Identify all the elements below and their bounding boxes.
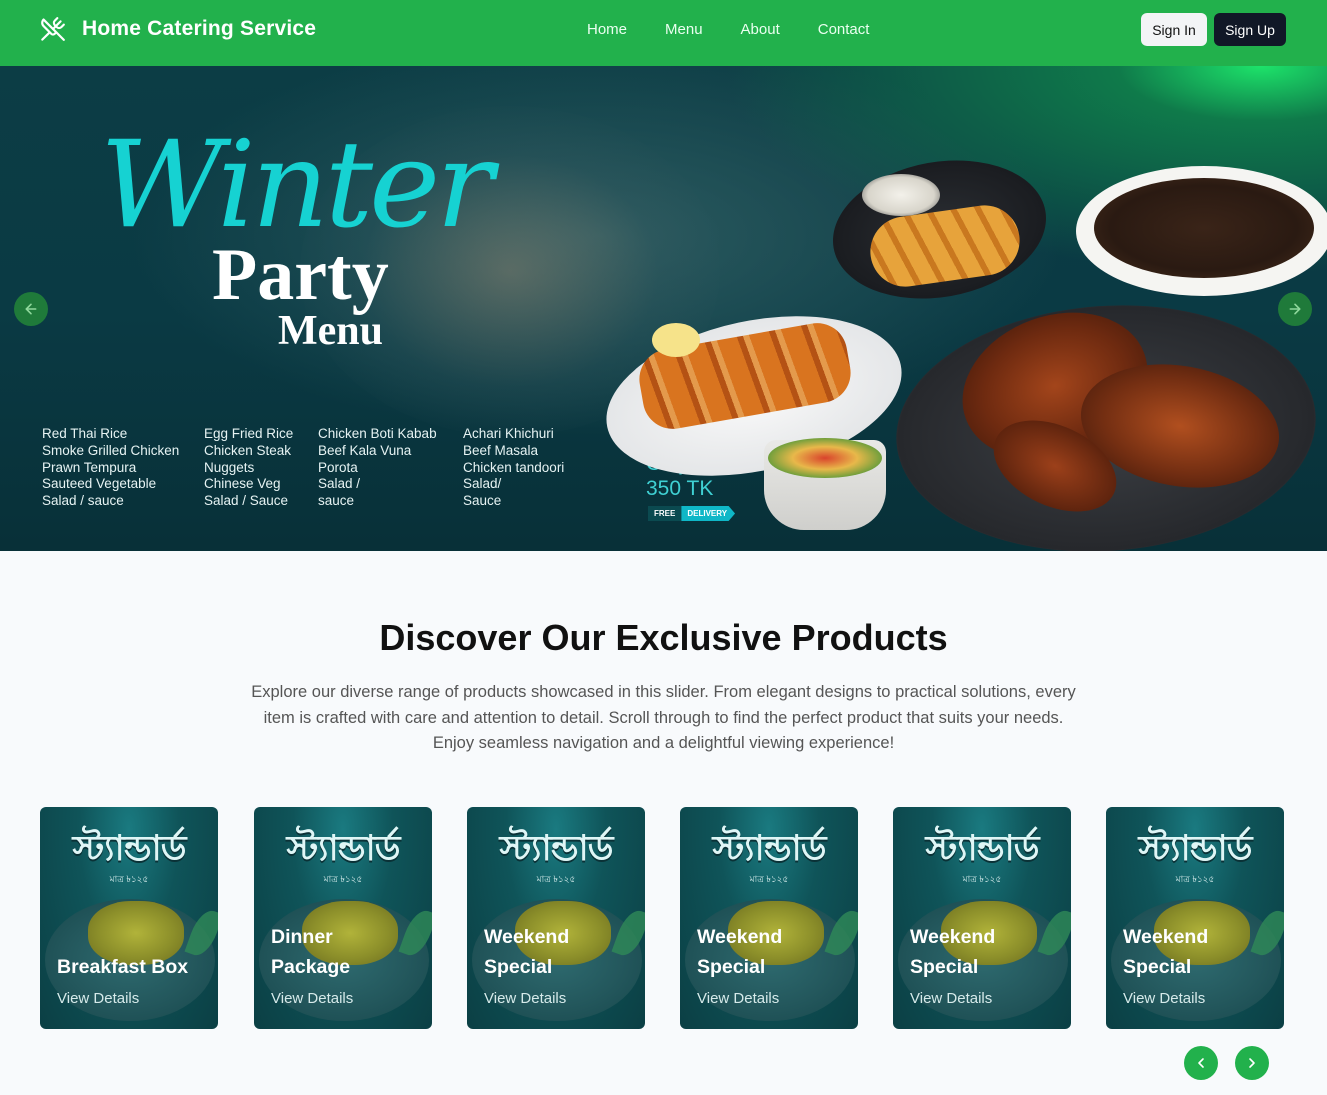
card-title-line-1: Dinner bbox=[271, 926, 333, 948]
nav-link-menu[interactable]: Menu bbox=[665, 21, 703, 38]
menu-item: Salad / Sauce bbox=[204, 493, 289, 509]
product-carousel: স্ট্যান্ডার্ড মাত্র ৳১২৫ Breakfast Box V… bbox=[40, 807, 1284, 1029]
hero-banner: Winter Party Menu Red Thai Rice Smoke Gr… bbox=[0, 66, 1327, 551]
menu-column-1: Red Thai Rice Smoke Grilled Chicken Praw… bbox=[42, 426, 179, 510]
product-card-weekend-special[interactable]: স্ট্যান্ডার্ড মাত্র ৳১২৫ Weekend Special… bbox=[1106, 807, 1284, 1029]
menu-item: Smoke Grilled Chicken bbox=[42, 442, 180, 458]
section-description: Explore our diverse range of products sh… bbox=[251, 683, 1076, 752]
card-price-text: মাত্র ৳১২৫ bbox=[962, 874, 1002, 884]
view-details-link[interactable]: View Details bbox=[57, 990, 139, 1007]
section-title: Discover Our Exclusive Products bbox=[379, 617, 948, 658]
menu-item: Sauce bbox=[463, 493, 502, 509]
card-title-line-2: Special bbox=[910, 956, 979, 978]
carousel-next-button[interactable] bbox=[1235, 1046, 1269, 1080]
beef-masala-image bbox=[1094, 178, 1314, 278]
card-title-line-2: Package bbox=[271, 956, 351, 978]
nav-link-home[interactable]: Home bbox=[587, 21, 627, 38]
utensils-crossed-icon bbox=[41, 17, 65, 41]
menu-item: sauce bbox=[318, 493, 355, 509]
menu-item: Beef Kala Vuna bbox=[318, 442, 412, 458]
hero-next-button[interactable] bbox=[1278, 292, 1312, 326]
menu-item: Salad / sauce bbox=[42, 493, 124, 509]
view-details-link[interactable]: View Details bbox=[697, 990, 779, 1007]
arrow-left-icon bbox=[25, 303, 37, 315]
menu-item: Chicken Steak bbox=[204, 442, 292, 458]
menu-column-4: Achari Khichuri Beef Masala Chicken tand… bbox=[463, 426, 564, 510]
menu-item: Achari Khichuri bbox=[463, 426, 554, 441]
hero-script-title: Winter bbox=[100, 116, 493, 255]
card-price-text: মাত্র ৳১২৫ bbox=[109, 874, 149, 884]
card-title-line-2: Special bbox=[484, 956, 553, 978]
sign-up-button[interactable]: Sign Up bbox=[1214, 13, 1286, 46]
menu-item: Salad / bbox=[318, 476, 361, 492]
menu-item: Nuggets bbox=[204, 459, 255, 475]
card-title-line-1: Weekend bbox=[910, 926, 996, 948]
card-title: Breakfast Box bbox=[57, 956, 189, 978]
menu-item: Porota bbox=[318, 459, 358, 475]
product-card-weekend-special[interactable]: স্ট্যান্ডার্ড মাত্র ৳১২৫ Weekend Special… bbox=[467, 807, 645, 1029]
view-details-link[interactable]: View Details bbox=[1123, 990, 1205, 1007]
menu-item: Chinese Veg bbox=[204, 476, 281, 492]
brand-name: Home Catering Service bbox=[82, 17, 317, 40]
price-amount: 350 TK bbox=[646, 477, 714, 500]
card-title-line-2: Special bbox=[1123, 956, 1192, 978]
chevron-left-icon bbox=[1198, 1058, 1204, 1068]
menu-item: Sauteed Vegetable bbox=[42, 476, 157, 492]
product-card-weekend-special[interactable]: স্ট্যান্ডার্ড মাত্র ৳১২৫ Weekend Special… bbox=[680, 807, 858, 1029]
arrow-right-icon bbox=[1289, 303, 1301, 315]
view-details-link[interactable]: View Details bbox=[910, 990, 992, 1007]
nav-link-about[interactable]: About bbox=[741, 21, 780, 38]
card-title-line-1: Weekend bbox=[1123, 926, 1209, 948]
product-card-weekend-special[interactable]: স্ট্যান্ডার্ড মাত্র ৳১২৫ Weekend Special… bbox=[893, 807, 1071, 1029]
hero-title: Party bbox=[212, 234, 389, 316]
nav-links: Home Menu About Contact bbox=[587, 21, 869, 38]
card-price-text: মাত্র ৳১২৫ bbox=[749, 874, 789, 884]
chevron-right-icon bbox=[1249, 1058, 1255, 1068]
free-delivery-badge: FREE DELIVERY bbox=[648, 506, 736, 521]
product-card-breakfast-box[interactable]: স্ট্যান্ডার্ড মাত্র ৳১২৫ Breakfast Box V… bbox=[40, 807, 218, 1029]
card-title-line-1: Weekend bbox=[697, 926, 783, 948]
badge-delivery: DELIVERY bbox=[681, 506, 736, 521]
sign-in-button[interactable]: Sign In bbox=[1141, 13, 1207, 46]
menu-item: Chicken Boti Kabab bbox=[318, 426, 437, 441]
nav-link-contact[interactable]: Contact bbox=[818, 21, 870, 38]
menu-item: Beef Masala bbox=[463, 442, 539, 458]
hero-prev-button[interactable] bbox=[14, 292, 48, 326]
view-details-link[interactable]: View Details bbox=[484, 990, 566, 1007]
menu-item: Prawn Tempura bbox=[42, 459, 137, 475]
menu-item: Red Thai Rice bbox=[42, 426, 128, 441]
menu-item: Salad/ bbox=[463, 476, 502, 492]
card-price-text: মাত্র ৳১২৫ bbox=[323, 874, 363, 884]
menu-column-2: Egg Fried Rice Chicken Steak Nuggets Chi… bbox=[204, 426, 293, 510]
lemon-image bbox=[652, 323, 700, 357]
card-title-line-2: Special bbox=[697, 956, 766, 978]
hero-subtitle: Menu bbox=[278, 308, 383, 354]
brand[interactable]: Home Catering Service bbox=[40, 16, 316, 42]
menu-item: Chicken tandoori bbox=[463, 459, 565, 475]
dip-bowl-image bbox=[862, 174, 940, 216]
card-title-line-1: Weekend bbox=[484, 926, 570, 948]
salad-image bbox=[768, 438, 882, 478]
top-navbar: Home Catering Service Home Menu About Co… bbox=[0, 0, 1327, 66]
menu-item: Egg Fried Rice bbox=[204, 426, 294, 441]
card-price-text: মাত্র ৳১২৫ bbox=[1175, 874, 1215, 884]
view-details-link[interactable]: View Details bbox=[271, 990, 353, 1007]
card-price-text: মাত্র ৳১২৫ bbox=[536, 874, 576, 884]
badge-free: FREE bbox=[648, 506, 682, 521]
product-card-dinner-package[interactable]: স্ট্যান্ডার্ড মাত্র ৳১২৫ Dinner Package … bbox=[254, 807, 432, 1029]
menu-column-3: Chicken Boti Kabab Beef Kala Vuna Porota… bbox=[318, 426, 437, 510]
carousel-prev-button[interactable] bbox=[1184, 1046, 1218, 1080]
